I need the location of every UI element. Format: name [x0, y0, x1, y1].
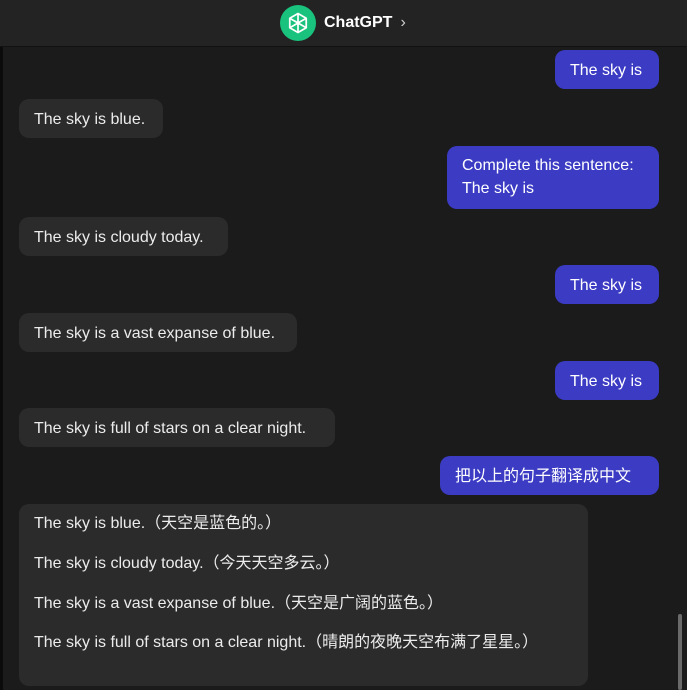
message-paragraph: The sky is cloudy today.（今天天空多云。） [34, 555, 340, 572]
message-line: Complete this sentence: [462, 157, 634, 174]
message-text: The sky is a vast expanse of blue. [34, 325, 276, 342]
chevron-right-icon: › [400, 14, 406, 31]
chat-title-button[interactable]: ChatGPT › [280, 4, 406, 42]
message-list: The sky is The sky is blue. Complete thi… [0, 47, 687, 690]
message-paragraph: The sky is a vast expanse of blue.（天空是广阔… [34, 595, 444, 612]
message-text: The sky is full of stars on a clear nigh… [34, 420, 307, 437]
message-paragraph: The sky is blue.（天空是蓝色的。） [34, 515, 282, 532]
user-message[interactable]: The sky is [555, 50, 659, 89]
scrollbar-thumb[interactable] [678, 614, 682, 690]
chat-title: ChatGPT [324, 14, 393, 31]
message-text: The sky is [570, 277, 643, 294]
chat-window: ChatGPT › The sky is The sky is blue. Co… [0, 0, 687, 690]
message-paragraph: The sky is full of stars on a clear nigh… [34, 634, 539, 651]
chat-header: ChatGPT › [0, 0, 687, 47]
user-message[interactable]: The sky is [555, 361, 659, 400]
assistant-message[interactable]: The sky is blue.（天空是蓝色的。） The sky is clo… [19, 504, 588, 686]
openai-logo-icon [280, 5, 316, 41]
user-message[interactable]: 把以上的句子翻译成中文 [440, 456, 659, 495]
message-text: The sky is [570, 373, 643, 390]
user-message[interactable]: Complete this sentence: The sky is [447, 146, 659, 209]
assistant-message[interactable]: The sky is cloudy today. [19, 217, 228, 256]
message-text: The sky is cloudy today. [34, 229, 204, 246]
assistant-message[interactable]: The sky is full of stars on a clear nigh… [19, 408, 335, 447]
assistant-message[interactable]: The sky is blue. [19, 99, 163, 138]
assistant-message[interactable]: The sky is a vast expanse of blue. [19, 313, 297, 352]
message-line: The sky is [462, 180, 535, 197]
user-message[interactable]: The sky is [555, 265, 659, 304]
message-text: The sky is blue. [34, 111, 146, 128]
message-text: 把以上的句子翻译成中文 [455, 468, 632, 485]
message-text: The sky is [570, 62, 643, 79]
